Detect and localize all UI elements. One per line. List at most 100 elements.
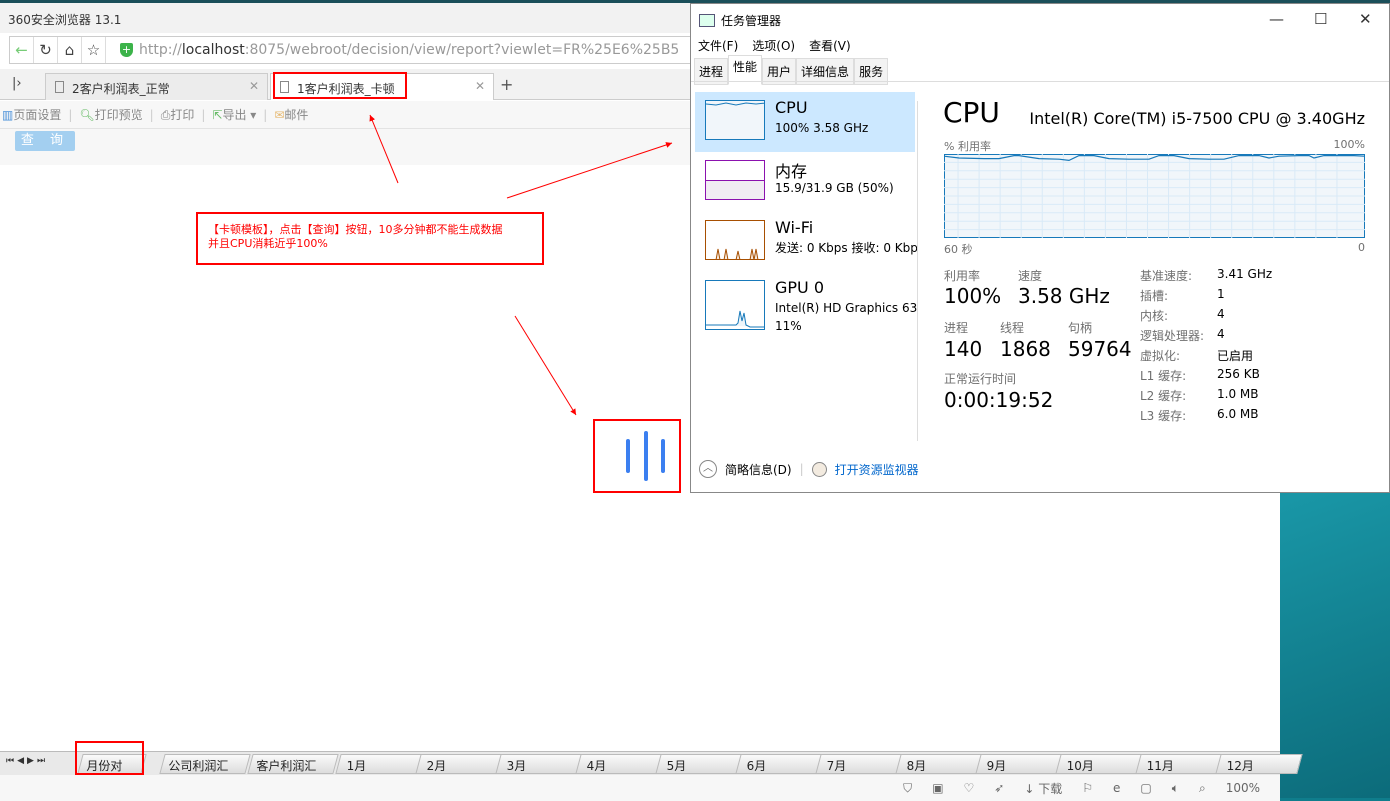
speaker-icon[interactable]: 🔈︎ [1172,781,1179,796]
highlight-box-loader [593,419,681,493]
thread-value: 1868 [1000,337,1051,361]
arrow-to-taskmanager [506,142,673,199]
side-item-cpu[interactable]: CPU 100% 3.58 GHz [695,92,915,152]
sheet-tab[interactable]: 12月 [1215,754,1303,774]
spec-value: 4 [1217,327,1225,341]
process-label: 进程 [944,321,969,335]
side-sub: Intel(R) HD Graphics 630 [775,301,917,315]
ie-icon[interactable]: e [1113,781,1120,795]
menu-file[interactable]: 文件(F) [698,37,738,54]
sheet-tab[interactable]: 1月 [335,754,423,774]
open-resource-monitor-link[interactable]: 打开资源监视器 [835,461,919,478]
spec-value: 已启用 [1217,349,1254,363]
sheet-tab-label: 5月 [666,759,687,773]
rocket-icon[interactable]: ➶ [994,781,1004,795]
zoom-icon[interactable]: ⌕ [1199,781,1206,796]
side-sub: 15.9/31.9 GB (50%) [775,181,894,195]
spec-value: 6.0 MB [1217,407,1259,421]
image-icon[interactable]: ▣ [932,781,943,795]
status-bar: ⛉ ▣ ♡ ➶ ↓ 下载 ⚐ e ▢ 🔈︎ ⌕ 100% [0,775,1280,801]
side-sub2: 11% [775,319,802,333]
spec-label: 插槽: [1140,289,1169,303]
sheet-tab[interactable]: 8月 [895,754,983,774]
handle-value: 59764 [1068,337,1132,361]
graph-ymax: 100% [1333,138,1365,151]
side-name: 内存 [775,162,808,181]
maximize-button[interactable]: ☐ [1314,10,1327,28]
graph-xleft: 60 秒 [944,243,973,256]
sheet-tab[interactable]: 7月 [815,754,903,774]
spec-label: 逻辑处理器: [1140,329,1205,343]
fewer-details-button[interactable]: 简略信息(D) [725,461,792,478]
perf-heading: CPU [943,96,1000,129]
flag-icon[interactable]: ⚐ [1082,781,1093,795]
sheet-tab[interactable]: 11月 [1135,754,1223,774]
sheet-tabs: ⏮◀▶⏭ 月份对比 公司利润汇总 客户利润汇总 1月 2月 3月 4月 5月 6月 7月 8月 9月 1… [0,751,1303,790]
arrow-to-tab [369,114,399,184]
window-icon[interactable]: ▢ [1140,781,1151,795]
cpu-thumbnail [705,100,765,140]
util-label: 利用率 [944,269,981,283]
heartbeat-icon[interactable]: ♡ [964,781,975,795]
util-value: 100% [944,284,1002,308]
task-manager-icon [699,14,715,27]
spec-label: L3 缓存: [1140,409,1187,423]
download-button[interactable]: ↓ 下载 [1024,780,1062,797]
speed-value: 3.58 GHz [1018,284,1110,308]
sheet-tab-label: 3月 [506,759,527,773]
side-item-memory[interactable]: 内存 15.9/31.9 GB (50%) [695,152,915,212]
side-name: GPU 0 [775,278,825,297]
handle-label: 句柄 [1068,321,1093,335]
uptime-value: 0:00:19:52 [944,388,1054,412]
sheet-nav-arrows-icon[interactable]: ⏮◀▶⏭ [6,756,48,766]
spec-value: 1 [1217,287,1225,301]
loading-spinner-icon [644,431,648,481]
spec-label: 虚拟化: [1140,349,1181,363]
sheet-tab-label: 8月 [906,759,927,773]
menu-view[interactable]: 查看(V) [809,37,851,54]
shield-icon[interactable]: ⛉ [903,781,912,796]
sheet-tab[interactable]: 5月 [655,754,743,774]
sheet-tab[interactable]: 客户利润汇总 [247,754,339,790]
sheet-tab-label: 1月 [346,759,367,773]
sheet-tab-label: 4月 [586,759,607,773]
memory-thumbnail [705,160,765,200]
side-sub: 发送: 0 Kbps 接收: 0 Kbps [775,241,917,255]
side-item-gpu[interactable]: GPU 0 Intel(R) HD Graphics 630 11% [695,272,917,342]
sheet-tab-label: 6月 [746,759,767,773]
zoom-level[interactable]: 100% [1226,781,1260,795]
arrow-to-loader [514,315,577,416]
side-item-wifi[interactable]: Wi-Fi 发送: 0 Kbps 接收: 0 Kbps [695,212,917,272]
minimize-button[interactable]: — [1269,10,1284,28]
gpu-thumbnail [705,280,765,330]
window-title: 任务管理器 [721,14,782,28]
spec-value: 3.41 GHz [1217,267,1273,281]
sheet-tab-label: 2月 [426,759,447,773]
label: 下载 [1038,781,1063,796]
sheet-tab-label: 12月 [1226,759,1254,773]
side-sub: 100% 3.58 GHz [775,121,869,135]
sheet-tab[interactable]: 3月 [495,754,583,774]
chevron-up-icon[interactable]: ︿ [699,460,717,478]
sheet-tab[interactable]: 9月 [975,754,1063,774]
sheet-tab-label: 10月 [1066,759,1094,773]
sheet-tab-label: 9月 [986,759,1007,773]
close-button[interactable]: ✕ [1359,10,1372,28]
cpu-utilization-graph [944,154,1365,238]
sheet-tab[interactable]: 6月 [735,754,823,774]
sheet-tab[interactable]: 4月 [575,754,663,774]
spec-value: 4 [1217,307,1225,321]
menu-options[interactable]: 选项(O) [752,37,795,54]
cpu-model: Intel(R) Core(TM) i5-7500 CPU @ 3.40GHz [1029,109,1365,128]
side-name: CPU [775,98,808,117]
spec-value: 256 KB [1217,367,1260,381]
sheet-tab[interactable]: 公司利润汇总 [159,754,251,790]
spec-value: 1.0 MB [1217,387,1259,401]
process-value: 140 [944,337,983,361]
sheet-tab-label: 11月 [1146,759,1174,773]
sheet-tab[interactable]: 10月 [1055,754,1143,774]
graph-xright: 0 [1358,241,1365,254]
uptime-label: 正常运行时间 [944,372,1017,386]
sheet-tab[interactable]: 2月 [415,754,503,774]
thread-label: 线程 [1000,321,1025,335]
